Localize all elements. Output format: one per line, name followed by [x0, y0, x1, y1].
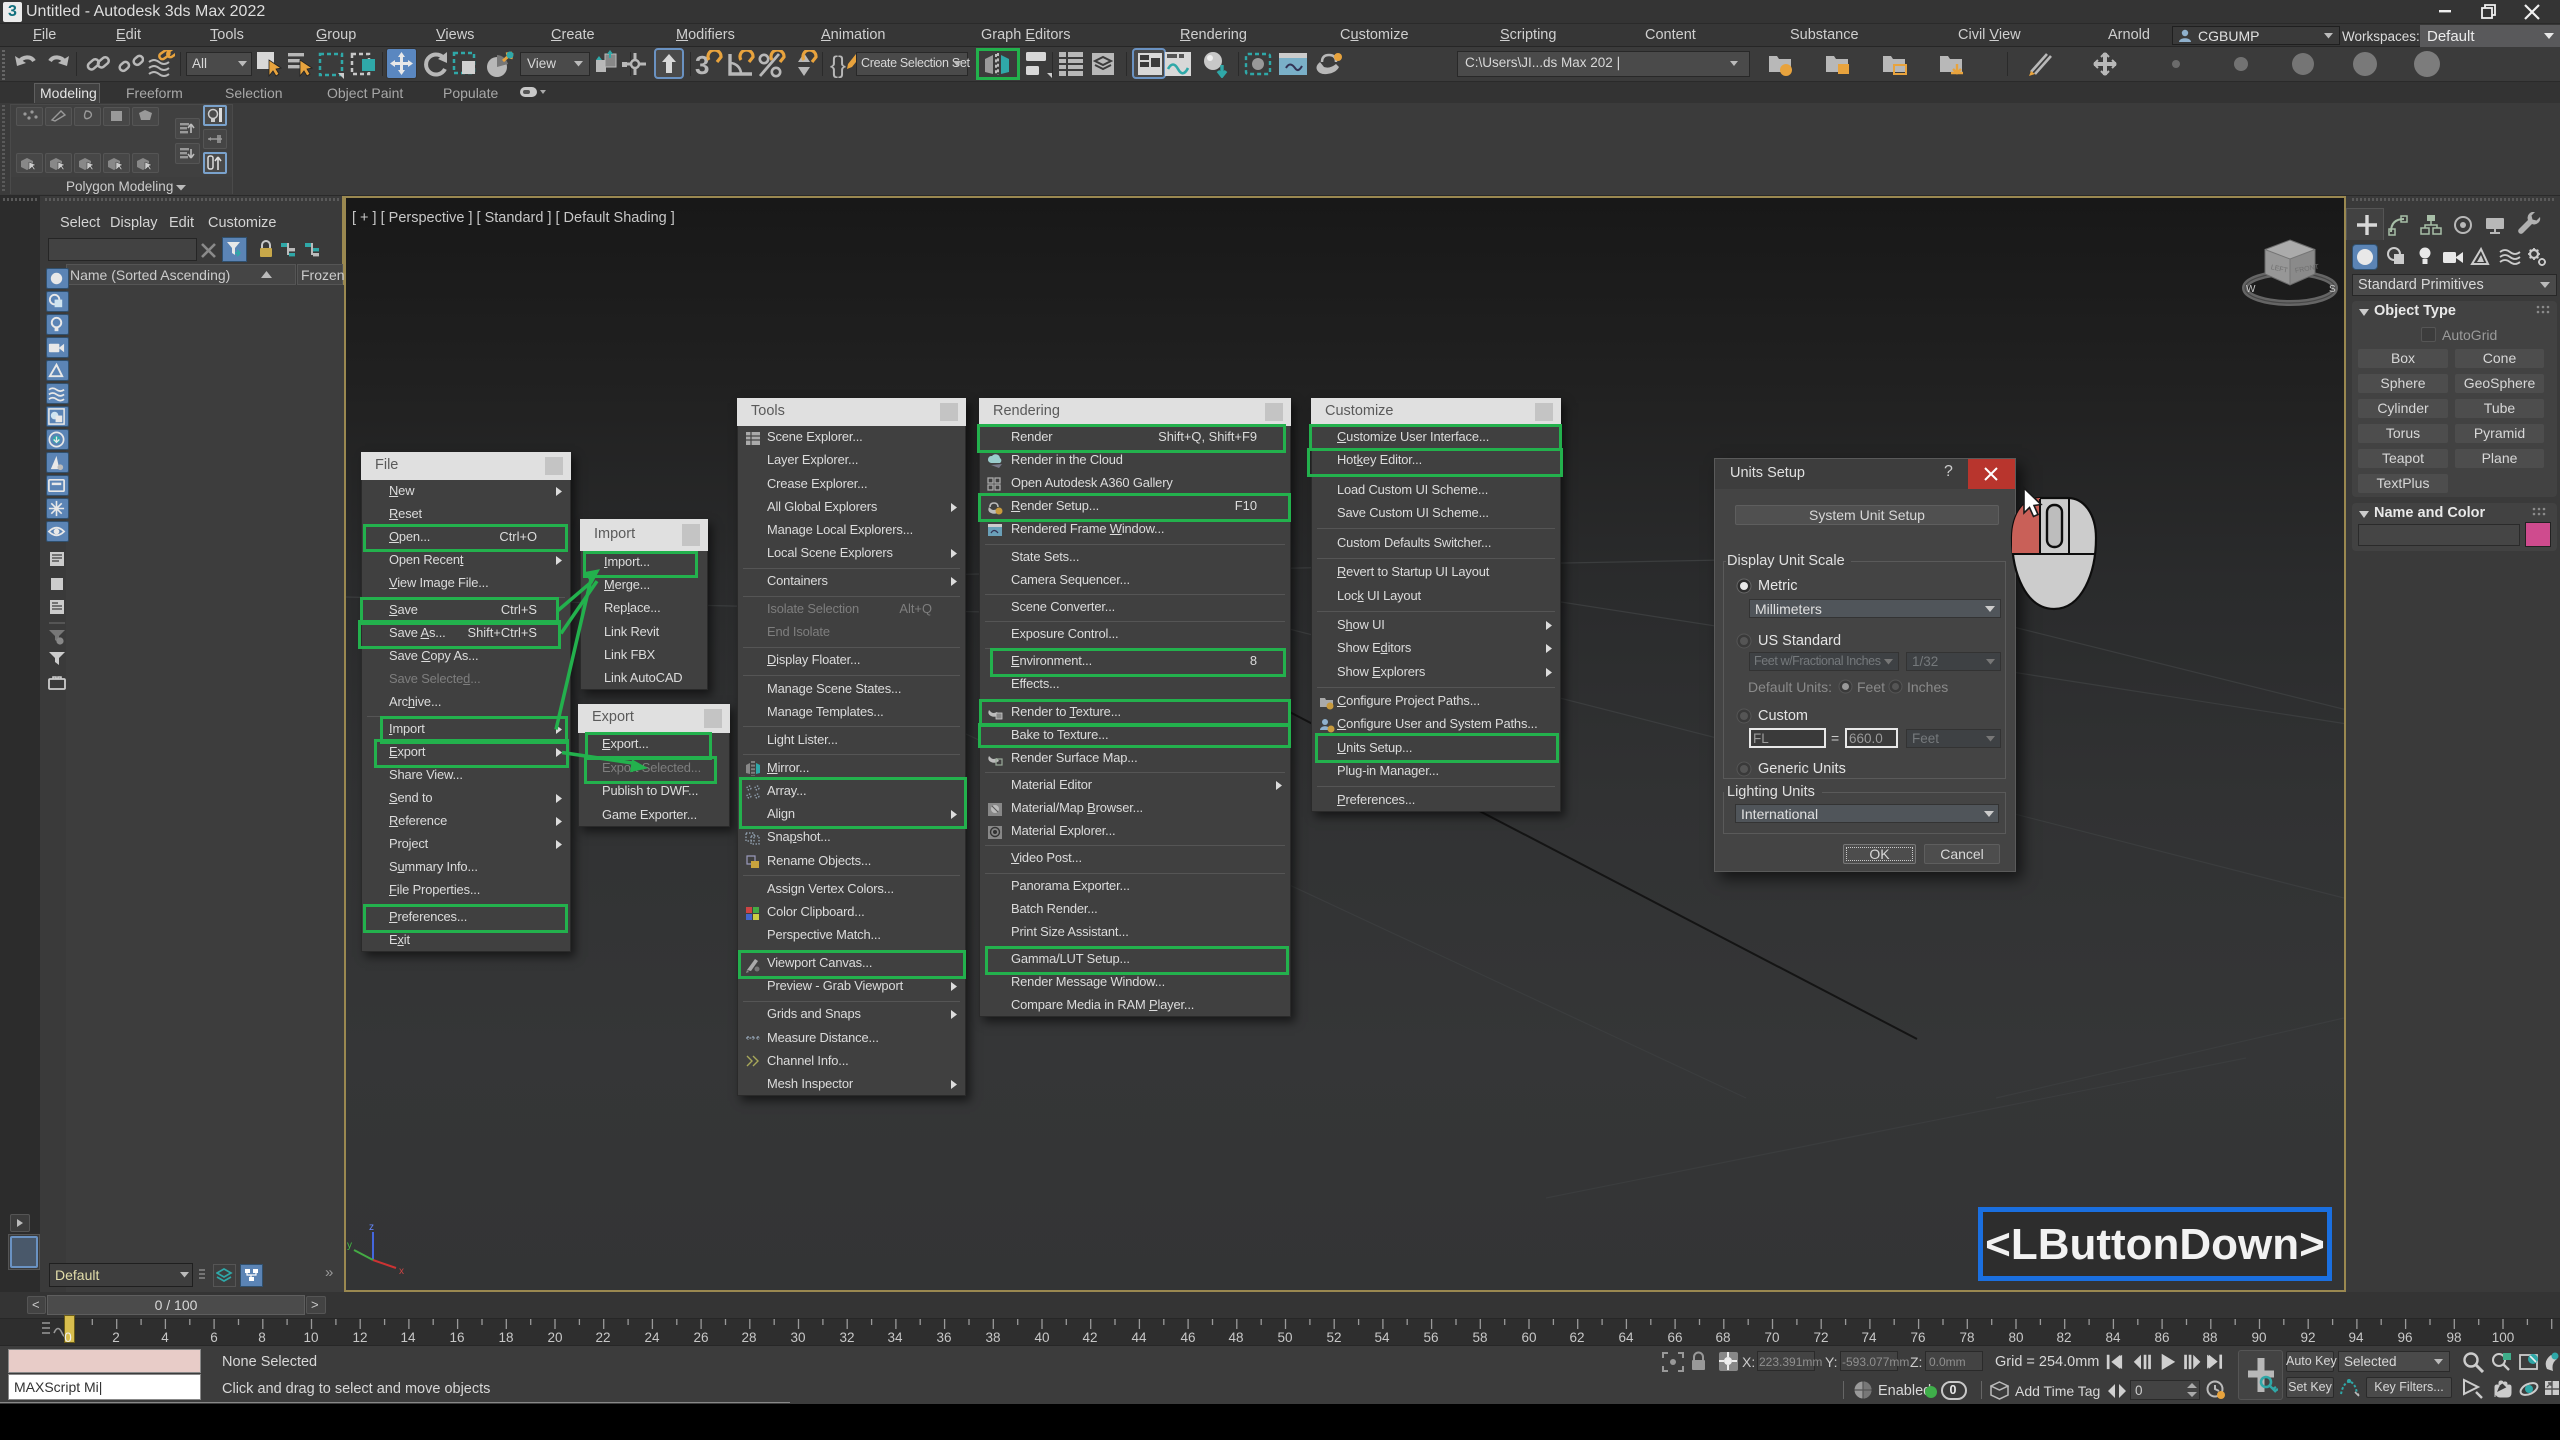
svg-text:y: y — [347, 1240, 352, 1251]
svg-text:x: x — [399, 1266, 404, 1277]
svg-text:{}: {} — [830, 52, 846, 78]
svg-text:W: W — [2246, 284, 2256, 295]
svg-text:S: S — [2329, 284, 2336, 295]
svg-text:z: z — [369, 1222, 374, 1233]
